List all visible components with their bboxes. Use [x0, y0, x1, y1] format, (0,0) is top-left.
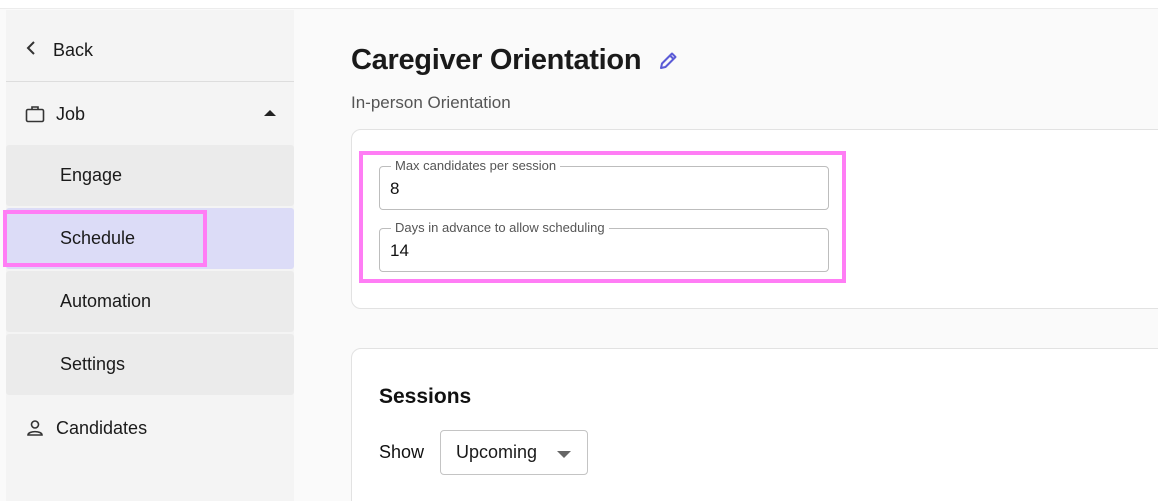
back-button[interactable]: Back — [6, 28, 294, 72]
briefcase-icon — [25, 104, 45, 124]
sidebar-item-job[interactable]: Job — [6, 92, 294, 136]
select-value: Upcoming — [456, 442, 538, 462]
sidebar-item-label: Settings — [60, 354, 126, 374]
caret-down-icon — [557, 451, 571, 458]
pencil-icon[interactable] — [657, 50, 679, 72]
sidebar-item-settings[interactable]: Settings — [6, 334, 294, 395]
caret-up-icon[interactable] — [264, 110, 276, 116]
sidebar-divider — [6, 81, 294, 82]
sessions-card — [351, 348, 1158, 501]
show-label: Show — [379, 442, 425, 462]
top-bar — [0, 0, 1158, 9]
page-title: Caregiver Orientation — [351, 44, 679, 77]
sidebar-item-label: Engage — [60, 165, 123, 185]
show-filter-select[interactable]: Upcoming — [440, 430, 588, 475]
page-title-text: Caregiver Orientation — [351, 44, 642, 76]
back-label: Back — [53, 39, 94, 60]
sidebar-item-label: Job — [56, 103, 86, 124]
sidebar-item-automation[interactable]: Automation — [6, 271, 294, 332]
page-subtitle: In-person Orientation — [351, 93, 511, 112]
highlight-box — [3, 210, 207, 267]
chevron-left-icon — [25, 40, 39, 61]
sidebar-item-label: Candidates — [56, 417, 148, 438]
sidebar-item-candidates[interactable]: Candidates — [6, 406, 294, 450]
person-icon — [25, 418, 45, 438]
highlight-box — [359, 151, 846, 283]
sessions-title: Sessions — [379, 385, 472, 408]
sidebar-item-engage[interactable]: Engage — [6, 145, 294, 206]
sidebar-item-label: Automation — [60, 291, 152, 311]
